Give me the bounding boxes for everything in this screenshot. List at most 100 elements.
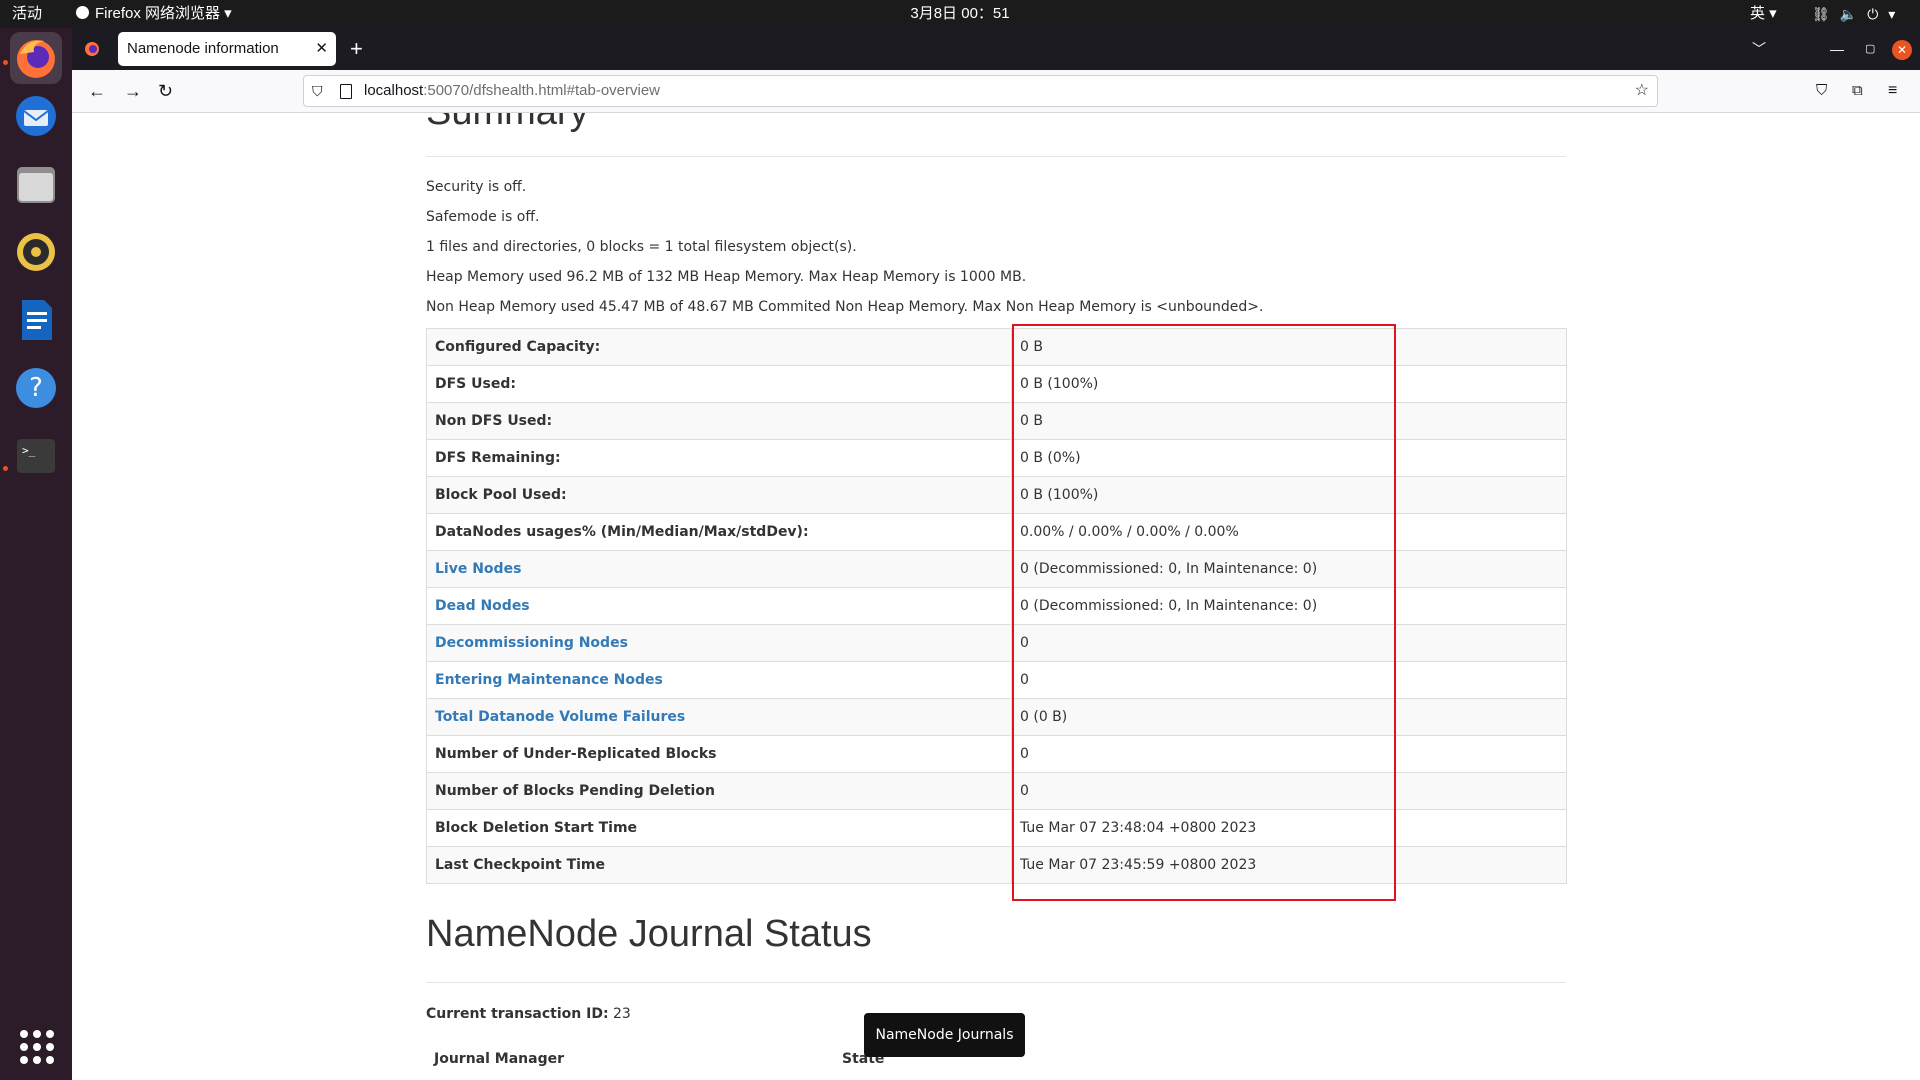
maximize-window-icon[interactable]: ▢ bbox=[1865, 28, 1875, 70]
minimize-window-icon[interactable]: — bbox=[1830, 28, 1844, 70]
summary-row: Number of Blocks Pending Deletion 0 bbox=[426, 772, 1567, 810]
summary-row-value: 0 B bbox=[1011, 328, 1567, 366]
running-indicator bbox=[3, 60, 8, 65]
summary-row-label: Decommissioning Nodes bbox=[426, 624, 1012, 662]
rhythmbox-dock-icon[interactable] bbox=[10, 226, 62, 278]
summary-row-value: 0 bbox=[1011, 735, 1567, 773]
summary-row-value: 0 B bbox=[1011, 402, 1567, 440]
network-icon: ⛓ bbox=[1812, 6, 1830, 22]
summary-link[interactable]: Decommissioning Nodes bbox=[435, 635, 628, 651]
firefox-view-icon[interactable] bbox=[84, 41, 100, 57]
summary-row: Configured Capacity: 0 B bbox=[426, 328, 1567, 366]
tab-title: Namenode information bbox=[127, 40, 279, 57]
summary-row-label: Total Datanode Volume Failures bbox=[426, 698, 1012, 736]
summary-row-label: Dead Nodes bbox=[426, 587, 1012, 625]
terminal-dock-icon[interactable]: >_ bbox=[10, 430, 62, 482]
bookmark-star-icon[interactable]: ☆ bbox=[1635, 76, 1649, 106]
summary-row-value: 0 bbox=[1011, 772, 1567, 810]
summary-row-label: DFS Used: bbox=[426, 365, 1012, 403]
summary-row-value: 0 bbox=[1011, 661, 1567, 699]
journal-manager-header: Journal Manager bbox=[434, 1051, 564, 1067]
volume-icon: 🔈 bbox=[1839, 6, 1858, 22]
journal-heading: NameNode Journal Status bbox=[426, 913, 872, 955]
summary-link[interactable]: Total Datanode Volume Failures bbox=[435, 709, 685, 725]
page-content: Summary Security is off. Safemode is off… bbox=[72, 113, 1920, 1080]
navigation-toolbar: ← → ↻ ⛉ localhost:50070/dfshealth.html#t… bbox=[72, 70, 1920, 113]
divider bbox=[426, 156, 1566, 157]
summary-row-label: Last Checkpoint Time bbox=[426, 846, 1012, 884]
menu-hamburger-icon[interactable]: ≡ bbox=[1888, 70, 1897, 112]
thunderbird-dock-icon[interactable] bbox=[10, 90, 62, 142]
url-text[interactable]: localhost:50070/dfshealth.html#tab-overv… bbox=[364, 76, 660, 106]
summary-row-label: Non DFS Used: bbox=[426, 402, 1012, 440]
url-bar[interactable]: ⛉ localhost:50070/dfshealth.html#tab-ove… bbox=[303, 75, 1658, 107]
input-method-label: 英 bbox=[1750, 5, 1766, 22]
tooltip: NameNode Journals bbox=[864, 1013, 1025, 1057]
summary-row-label: DFS Remaining: bbox=[426, 439, 1012, 477]
summary-row-value: 0 (Decommissioned: 0, In Maintenance: 0) bbox=[1011, 587, 1567, 625]
power-icon: ⏻ bbox=[1867, 6, 1879, 22]
reload-icon[interactable]: ↻ bbox=[158, 70, 173, 112]
summary-row-label: Configured Capacity: bbox=[426, 328, 1012, 366]
files-dock-icon[interactable] bbox=[10, 158, 62, 210]
current-transaction-id: Current transaction ID: 23 bbox=[426, 1006, 631, 1022]
summary-row: Total Datanode Volume Failures 0 (0 B) bbox=[426, 698, 1567, 736]
summary-link[interactable]: Dead Nodes bbox=[435, 598, 530, 614]
tab-strip: Namenode information ✕ + ﹀ — ▢ ✕ bbox=[72, 28, 1920, 70]
summary-row-value: 0.00% / 0.00% / 0.00% / 0.00% bbox=[1011, 513, 1567, 551]
pocket-icon[interactable]: ⛉ bbox=[1816, 70, 1827, 112]
summary-row: Dead Nodes 0 (Decommissioned: 0, In Maint… bbox=[426, 587, 1567, 625]
summary-row-label: Entering Maintenance Nodes bbox=[426, 661, 1012, 699]
system-tray[interactable]: ⛓ 🔈 ⏻ ▾ bbox=[1812, 0, 1905, 28]
summary-row-value: Tue Mar 07 23:48:04 +0800 2023 bbox=[1011, 809, 1567, 847]
forward-icon[interactable]: → bbox=[124, 70, 142, 112]
summary-row: Last Checkpoint Time Tue Mar 07 23:45:59 … bbox=[426, 846, 1567, 884]
list-all-tabs-icon[interactable]: ﹀ bbox=[1752, 28, 1766, 70]
summary-row: Block Deletion Start Time Tue Mar 07 23:4… bbox=[426, 809, 1567, 847]
show-applications-icon[interactable] bbox=[20, 1030, 54, 1064]
input-method-indicator[interactable]: 英 ▾ bbox=[1750, 0, 1777, 28]
libreoffice-writer-dock-icon[interactable] bbox=[10, 294, 62, 346]
summary-row-value: 0 (Decommissioned: 0, In Maintenance: 0) bbox=[1011, 550, 1567, 588]
new-tab-icon[interactable]: + bbox=[350, 28, 363, 70]
firefox-dock-icon[interactable] bbox=[10, 32, 62, 84]
heap-memory: Heap Memory used 96.2 MB of 132 MB Heap … bbox=[426, 269, 1027, 285]
summary-table: Configured Capacity: 0 B DFS Used: 0 B (100… bbox=[426, 328, 1567, 884]
page-info-icon[interactable] bbox=[340, 84, 352, 99]
summary-row-value: 0 B (100%) bbox=[1011, 365, 1567, 403]
summary-row-label: Block Deletion Start Time bbox=[426, 809, 1012, 847]
txn-label: Current transaction ID: bbox=[426, 1006, 609, 1022]
svg-text:>_: >_ bbox=[22, 444, 36, 457]
summary-row: Non DFS Used: 0 B bbox=[426, 402, 1567, 440]
summary-row-value: Tue Mar 07 23:45:59 +0800 2023 bbox=[1011, 846, 1567, 884]
summary-row: Entering Maintenance Nodes 0 bbox=[426, 661, 1567, 699]
extensions-icon[interactable]: ⧉ bbox=[1852, 70, 1863, 112]
help-dock-icon[interactable]: ? bbox=[10, 362, 62, 414]
summary-row-value: 0 B (100%) bbox=[1011, 476, 1567, 514]
summary-row-label: Number of Under-Replicated Blocks bbox=[426, 735, 1012, 773]
close-window-icon[interactable]: ✕ bbox=[1892, 40, 1912, 60]
summary-link[interactable]: Entering Maintenance Nodes bbox=[435, 672, 663, 688]
non-heap-memory: Non Heap Memory used 45.47 MB of 48.67 M… bbox=[426, 299, 1264, 315]
summary-row: DFS Used: 0 B (100%) bbox=[426, 365, 1567, 403]
summary-link[interactable]: Live Nodes bbox=[435, 561, 521, 577]
tab-namenode-information[interactable]: Namenode information ✕ bbox=[118, 32, 336, 66]
system-top-bar: 活动 Firefox 网络浏览器 ▾ 3月8日 00：51 英 ▾ ⛓ 🔈 ⏻ ▾ bbox=[0, 0, 1920, 28]
summary-row-label: DataNodes usages% (Min/Median/Max/stdDev… bbox=[426, 513, 1012, 551]
svg-text:?: ? bbox=[29, 373, 43, 403]
running-indicator bbox=[3, 466, 8, 471]
summary-row-label: Number of Blocks Pending Deletion bbox=[426, 772, 1012, 810]
summary-row: DataNodes usages% (Min/Median/Max/stdDev… bbox=[426, 513, 1567, 551]
close-tab-icon[interactable]: ✕ bbox=[315, 32, 328, 66]
dock: ? >_ bbox=[0, 28, 72, 1080]
clock[interactable]: 3月8日 00：51 bbox=[0, 0, 1920, 28]
summary-row-value: 0 bbox=[1011, 624, 1567, 662]
summary-row: Block Pool Used: 0 B (100%) bbox=[426, 476, 1567, 514]
summary-row: Live Nodes 0 (Decommissioned: 0, In Maint… bbox=[426, 550, 1567, 588]
tracking-protection-icon[interactable]: ⛉ bbox=[312, 76, 323, 106]
summary-row: Decommissioning Nodes 0 bbox=[426, 624, 1567, 662]
summary-row-label: Block Pool Used: bbox=[426, 476, 1012, 514]
back-icon[interactable]: ← bbox=[88, 70, 106, 112]
summary-row-label: Live Nodes bbox=[426, 550, 1012, 588]
url-path: :50070/dfshealth.html#tab-overview bbox=[423, 82, 661, 99]
